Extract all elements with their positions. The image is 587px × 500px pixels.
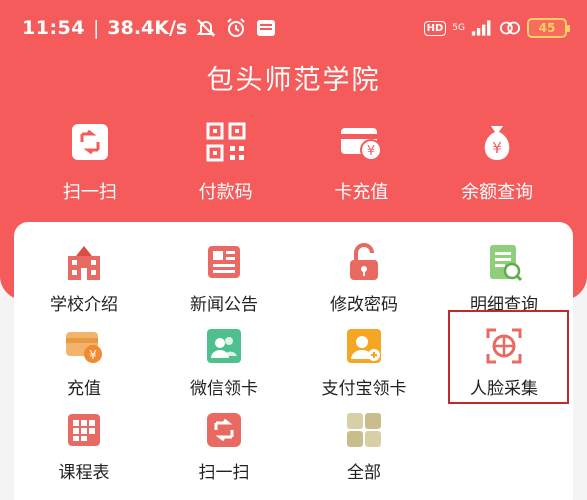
quick-action-card-recharge[interactable]: ¥ 卡充值 xyxy=(296,120,426,204)
hd-badge: HD xyxy=(423,20,447,36)
face-capture-highlight-box xyxy=(448,310,569,404)
status-time: 11:54 xyxy=(22,17,85,39)
page-title: 包头师范学院 xyxy=(206,65,381,96)
service-label: 全部 xyxy=(347,463,381,483)
service-scan[interactable]: 扫一扫 xyxy=(154,400,294,484)
wechat-card-icon xyxy=(204,326,244,366)
newspaper-icon xyxy=(204,242,244,282)
scan-icon xyxy=(204,410,244,450)
network-speed: 38.4K/s xyxy=(107,17,188,39)
cloud-icon xyxy=(499,17,521,39)
service-label: 修改密码 xyxy=(330,295,398,315)
quick-action-label: 扫一扫 xyxy=(62,182,117,203)
timetable-icon xyxy=(64,410,104,450)
service-school-intro[interactable]: 学校介绍 xyxy=(14,232,154,316)
svg-text:¥: ¥ xyxy=(89,348,97,362)
svg-text:¥: ¥ xyxy=(367,144,375,159)
service-label: 扫一扫 xyxy=(198,463,250,483)
service-recharge[interactable]: ¥ 充值 xyxy=(14,316,154,400)
service-label: 新闻公告 xyxy=(190,295,258,315)
service-news[interactable]: 新闻公告 xyxy=(154,232,294,316)
service-wechat-card[interactable]: 微信领卡 xyxy=(154,316,294,400)
status-right: HD 5G 45 xyxy=(423,17,570,39)
app-notification-icon xyxy=(255,17,277,39)
status-separator: | xyxy=(92,17,100,39)
service-label: 充值 xyxy=(67,379,101,399)
battery-icon: 45 xyxy=(527,18,570,38)
service-change-password[interactable]: 修改密码 xyxy=(294,232,434,316)
qr-code-icon xyxy=(204,120,248,164)
scan-icon xyxy=(68,120,112,164)
quick-action-label: 卡充值 xyxy=(334,182,389,203)
network-type-label: 5G xyxy=(452,23,465,33)
service-label: 学校介绍 xyxy=(50,295,118,315)
quick-action-pay-code[interactable]: 付款码 xyxy=(161,120,291,204)
all-apps-icon xyxy=(344,410,384,450)
status-left: 11:54 | 38.4K/s xyxy=(22,17,277,39)
recharge-card-icon: ¥ xyxy=(64,326,104,366)
unlock-icon xyxy=(344,242,384,282)
quick-action-label: 付款码 xyxy=(198,182,253,203)
service-label: 微信领卡 xyxy=(190,379,258,399)
service-all[interactable]: 全部 xyxy=(294,400,434,484)
quick-action-scan[interactable]: 扫一扫 xyxy=(25,120,155,204)
service-alipay-card[interactable]: 支付宝领卡 xyxy=(294,316,434,400)
alarm-icon xyxy=(225,17,247,39)
quick-action-balance[interactable]: ¥ 余额查询 xyxy=(432,120,562,204)
service-label: 课程表 xyxy=(58,463,110,483)
services-card: 学校介绍 新闻公告 修改密码 明细查询 ¥ 充值 微信领卡 支付宝领卡 人脸采集… xyxy=(14,222,573,500)
network-type: 5G xyxy=(452,23,465,33)
cell-signal-icon xyxy=(471,17,493,39)
service-timetable[interactable]: 课程表 xyxy=(14,400,154,484)
alipay-card-icon xyxy=(344,326,384,366)
card-recharge-icon: ¥ xyxy=(339,120,383,164)
mute-icon xyxy=(195,17,217,39)
battery-level: 45 xyxy=(538,21,556,35)
service-detail-query[interactable]: 明细查询 xyxy=(434,232,574,316)
quick-actions: 扫一扫 付款码 ¥ 卡充值 ¥ 余额查询 xyxy=(0,120,587,204)
money-bag-icon: ¥ xyxy=(475,120,519,164)
school-building-icon xyxy=(64,242,104,282)
quick-action-label: 余额查询 xyxy=(461,182,534,203)
status-bar: 11:54 | 38.4K/s HD 5G 45 xyxy=(0,0,587,56)
service-label: 支付宝领卡 xyxy=(321,379,407,399)
document-search-icon xyxy=(484,242,524,282)
svg-text:¥: ¥ xyxy=(492,139,502,157)
